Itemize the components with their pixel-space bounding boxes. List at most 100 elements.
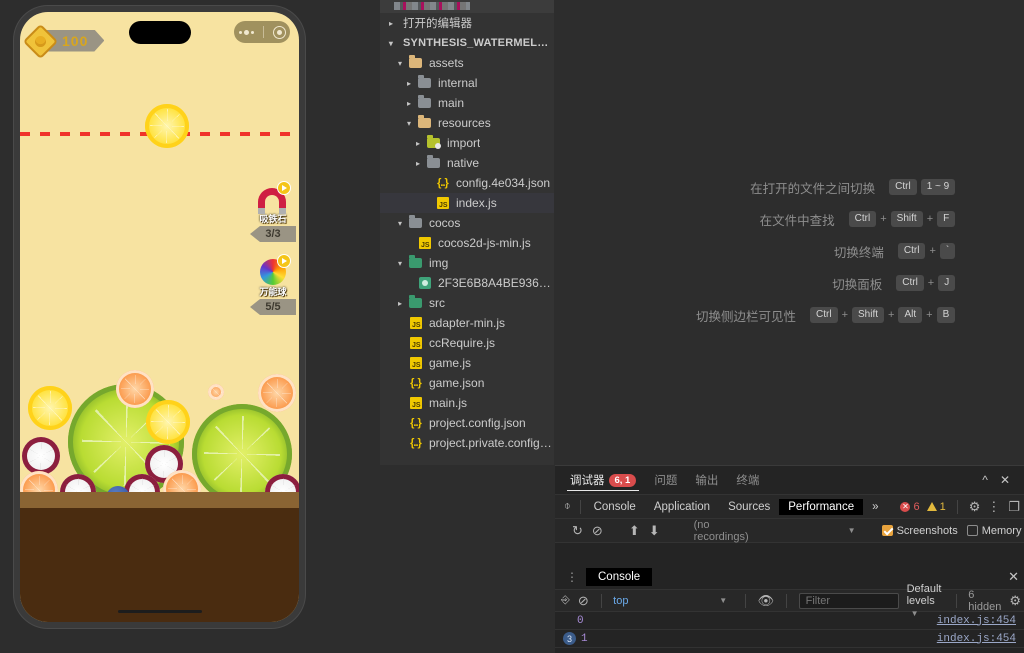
filter-input[interactable]: [799, 593, 899, 609]
gear-icon[interactable]: ⚙: [969, 500, 981, 513]
shortcut-hint-row: 切换侧边栏可见性Ctrl+Shift+Alt+B: [660, 304, 955, 326]
console-sidebar-icon[interactable]: ⎆: [561, 595, 570, 606]
console-source-link[interactable]: index.js:454: [937, 633, 1024, 645]
download-profile-icon[interactable]: ⬇: [649, 524, 660, 537]
chevron-down-icon[interactable]: ▼: [848, 526, 856, 535]
tree-item-config-4e034-json[interactable]: {..}config.4e034.json: [380, 173, 554, 193]
chevron-right-icon[interactable]: [402, 99, 416, 108]
tree-item-cocos[interactable]: cocos: [380, 213, 554, 233]
devtools-tab-console[interactable]: Console: [585, 499, 645, 515]
memory-checkbox[interactable]: Memory: [967, 525, 1022, 537]
system-capsule[interactable]: [234, 21, 290, 43]
chevron-right-icon[interactable]: [411, 159, 425, 168]
tree-item-ccrequire-js[interactable]: JSccRequire.js: [380, 333, 554, 353]
tree-item-native[interactable]: native: [380, 153, 554, 173]
close-icon[interactable]: ✕: [1000, 473, 1010, 487]
upload-profile-icon[interactable]: ⬆: [629, 524, 640, 537]
screenshots-checkbox[interactable]: Screenshots: [882, 525, 958, 537]
file-tree: assetsinternalmainresourcesimportnative{…: [380, 53, 554, 453]
chevron-down-icon[interactable]: [393, 219, 407, 228]
devtools-tab-application[interactable]: Application: [645, 499, 719, 515]
more-vertical-icon[interactable]: ⋮: [559, 570, 586, 584]
chevron-down-icon[interactable]: [393, 59, 407, 68]
log-levels-label: Default levels: [907, 583, 942, 607]
tree-item-index-js[interactable]: JSindex.js: [380, 193, 554, 213]
chevron-down-icon[interactable]: [384, 39, 398, 48]
more-dots-icon[interactable]: [239, 30, 254, 35]
tree-item-img[interactable]: img: [380, 253, 554, 273]
play-icon[interactable]: [277, 254, 291, 268]
clear-icon[interactable]: ⊘: [592, 524, 603, 537]
chevron-right-icon[interactable]: [393, 299, 407, 308]
chevron-up-icon[interactable]: ^: [982, 473, 988, 487]
key-chip: 1 ~ 9: [921, 179, 956, 195]
pile-fruit-mangosteen: [22, 437, 60, 475]
tree-item-project-private-config-js-[interactable]: {..}project.private.config.js...: [380, 433, 554, 453]
more-vertical-icon[interactable]: ⋮: [987, 500, 1001, 513]
camera-icon[interactable]: [273, 26, 286, 39]
app-root: 100 吸铁石 3/3 万能球: [0, 0, 1024, 653]
ground: [20, 492, 299, 622]
chevron-down-icon[interactable]: [393, 259, 407, 268]
pile-fruit-orange: [116, 370, 154, 408]
json-file-icon: {..}: [410, 437, 421, 449]
tree-item-main[interactable]: main: [380, 93, 554, 113]
panel-tab-debugger[interactable]: 调试器 6, 1: [561, 466, 645, 494]
live-expression-icon[interactable]: 👁: [758, 594, 775, 607]
chevron-right-icon[interactable]: [402, 79, 416, 88]
console-row[interactable]: 0index.js:454: [555, 612, 1024, 630]
devtools-tab-performance[interactable]: Performance: [779, 499, 863, 515]
tree-item-game-json[interactable]: {..}game.json: [380, 373, 554, 393]
folder-open-icon: [418, 118, 431, 128]
warning-count[interactable]: 1: [927, 501, 946, 513]
execution-context-select[interactable]: top ▼: [613, 595, 733, 607]
panel-tab-output[interactable]: 输出: [686, 466, 727, 494]
inspect-element-icon[interactable]: ⌽: [559, 501, 576, 512]
tree-item-import[interactable]: import: [380, 133, 554, 153]
powerup-magnet[interactable]: 吸铁石 3/3: [250, 184, 296, 242]
drawer-tab-console[interactable]: Console: [586, 568, 652, 586]
dock-panel-icon[interactable]: ❐: [1008, 500, 1020, 513]
sidebar-item-open-editors[interactable]: 打开的编辑器: [380, 13, 554, 33]
tree-item-src[interactable]: src: [380, 293, 554, 313]
chevron-right-icon[interactable]: [411, 139, 425, 148]
tree-item-assets[interactable]: assets: [380, 53, 554, 73]
tree-item-project-config-json[interactable]: {..}project.config.json: [380, 413, 554, 433]
chevron-down-icon[interactable]: [402, 119, 416, 128]
tree-item-cocos2d-js-min-js[interactable]: JScocos2d-js-min.js: [380, 233, 554, 253]
console-row[interactable]: 31index.js:454: [555, 630, 1024, 648]
log-levels-select[interactable]: Default levels ▼: [907, 583, 944, 619]
js-file-icon: JS: [410, 337, 422, 349]
close-icon[interactable]: ✕: [1008, 569, 1024, 585]
key-joiner: +: [842, 309, 848, 321]
panel-tab-problems[interactable]: 问题: [645, 466, 686, 494]
panel-tab-terminal[interactable]: 终端: [727, 466, 768, 494]
tree-item-label: adapter-min.js: [424, 316, 505, 330]
gear-icon[interactable]: ⚙: [1009, 594, 1024, 607]
devtools-tab-sources[interactable]: Sources: [719, 499, 779, 515]
sidebar-item-project-root[interactable]: SYNTHESIS_WATERMELON-MAIN: [380, 33, 554, 53]
play-icon[interactable]: [277, 181, 291, 195]
tree-item-label: 2F3E6B8A4BE936870...: [433, 276, 554, 290]
shortcut-label: 切换面板: [746, 274, 896, 293]
shortcut-keys: Ctrl+J: [896, 275, 955, 291]
tree-item-internal[interactable]: internal: [380, 73, 554, 93]
clear-console-icon[interactable]: ⊘: [578, 594, 589, 607]
chevron-right-icon[interactable]: [384, 19, 398, 28]
tree-item-resources[interactable]: resources: [380, 113, 554, 133]
error-count[interactable]: ✕ 6: [900, 501, 919, 513]
panel-tabbar: 调试器 6, 1 问题 输出 终端 ^ ✕: [555, 466, 1024, 494]
tree-item-label: config.4e034.json: [451, 176, 550, 190]
tree-item-main-js[interactable]: JSmain.js: [380, 393, 554, 413]
tree-item-adapter-min-js[interactable]: JSadapter-min.js: [380, 313, 554, 333]
js-file-icon: JS: [437, 197, 449, 209]
console-source-link[interactable]: index.js:454: [937, 615, 1024, 627]
devtools-more-tabs[interactable]: »: [863, 499, 887, 515]
tree-item-game-js[interactable]: JSgame.js: [380, 353, 554, 373]
tree-item-label: project.private.config.js...: [424, 436, 554, 450]
powerup-rainbow-ball[interactable]: 万能球 5/5: [250, 257, 296, 315]
warning-icon: [927, 502, 937, 511]
game-screen[interactable]: 100 吸铁石 3/3 万能球: [20, 12, 299, 622]
tree-item-2f3e6b8a4be936870-[interactable]: 2F3E6B8A4BE936870...: [380, 273, 554, 293]
reload-record-icon[interactable]: ↻: [572, 524, 583, 537]
